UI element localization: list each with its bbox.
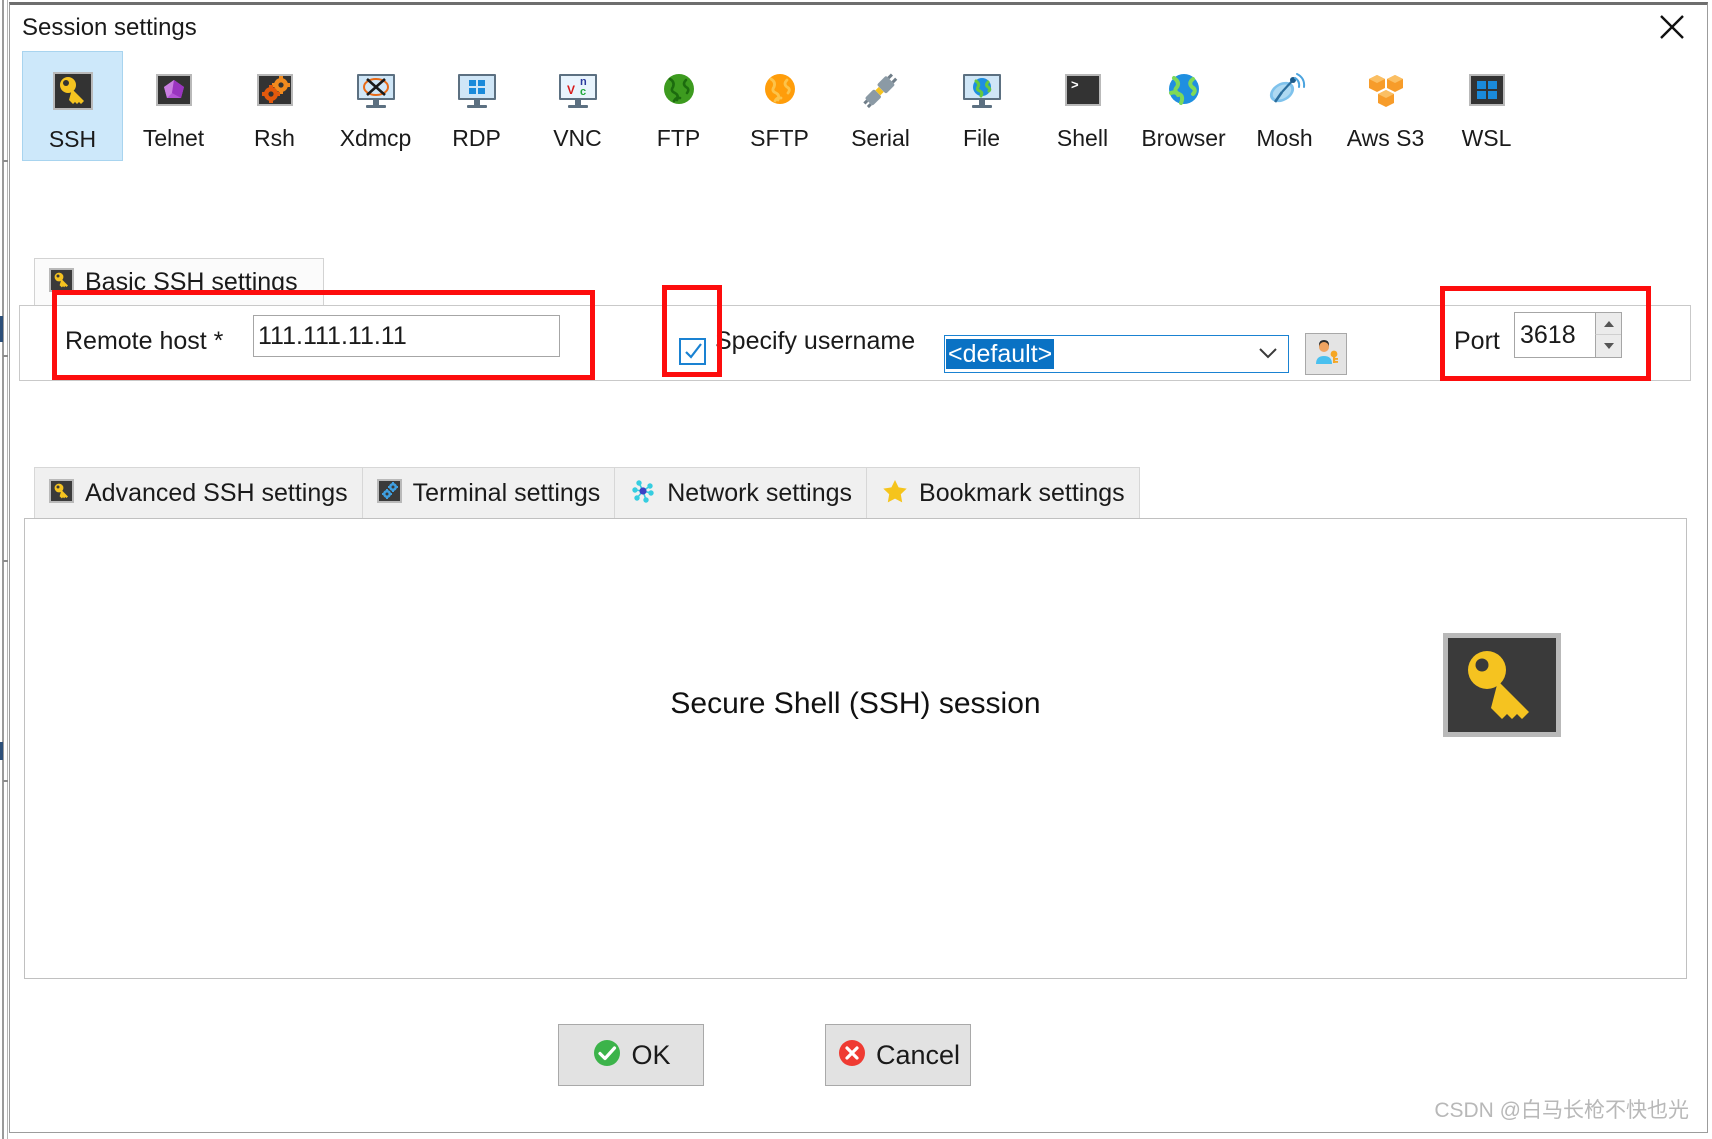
key-icon [49, 267, 75, 298]
gears-icon [377, 478, 403, 509]
mosh-dish-icon [1260, 65, 1310, 115]
star-icon [881, 477, 909, 510]
protocol-item-rdp[interactable]: RDP [426, 51, 527, 161]
protocol-item-serial[interactable]: Serial [830, 51, 931, 161]
specify-username-checkbox[interactable] [679, 338, 706, 365]
close-icon [1657, 12, 1687, 42]
tab-bookmark-settings[interactable]: Bookmark settings [866, 467, 1140, 519]
ok-button-label: OK [631, 1040, 670, 1071]
protocol-label: RDP [452, 125, 501, 152]
large-key-icon [1443, 633, 1561, 737]
protocol-toolbar: SSH Telnet [10, 51, 1707, 173]
protocol-item-mosh[interactable]: Mosh [1234, 51, 1335, 161]
username-value: <default> [946, 339, 1054, 369]
tab-label: Network settings [667, 479, 852, 508]
svg-text:c: c [580, 86, 586, 98]
protocol-item-telnet[interactable]: Telnet [123, 51, 224, 161]
protocol-item-rsh[interactable]: Rsh [224, 51, 325, 161]
protocol-item-ssh[interactable]: SSH [22, 51, 123, 161]
protocol-item-xdmcp[interactable]: Xdmcp [325, 51, 426, 161]
protocol-item-shell[interactable]: > Shell [1032, 51, 1133, 161]
file-monitor-icon [957, 65, 1007, 115]
wsl-windows-icon [1462, 65, 1512, 115]
session-content-panel: Secure Shell (SSH) session [24, 518, 1687, 979]
user-key-icon [1311, 337, 1341, 372]
sftp-globe-icon [755, 65, 805, 115]
protocol-item-aws-s3[interactable]: Aws S3 [1335, 51, 1436, 161]
protocol-label: Telnet [143, 125, 204, 152]
watermark: CSDN @白马长枪不快也光 [1434, 1094, 1689, 1124]
remote-host-label: Remote host * [65, 327, 223, 356]
x-circle-icon [836, 1037, 868, 1074]
ftp-globe-icon [654, 65, 704, 115]
protocol-label: Browser [1141, 125, 1225, 152]
rdp-windows-icon [452, 65, 502, 115]
ok-button[interactable]: OK [558, 1024, 704, 1086]
protocol-item-file[interactable]: File [931, 51, 1032, 161]
username-combobox[interactable]: <default> [944, 335, 1289, 373]
protocol-label: VNC [553, 125, 602, 152]
xdmcp-monitor-icon [351, 65, 401, 115]
tab-terminal-settings[interactable]: Terminal settings [362, 467, 616, 519]
port-label: Port [1454, 327, 1500, 356]
ssh-key-icon [48, 66, 98, 116]
tab-basic-ssh-settings[interactable]: Basic SSH settings [34, 258, 324, 306]
svg-text:>: > [1071, 77, 1079, 92]
tab-advanced-ssh-settings[interactable]: Advanced SSH settings [34, 467, 363, 519]
chevron-down-icon [1258, 346, 1278, 365]
protocol-item-ftp[interactable]: FTP [628, 51, 729, 161]
protocol-label: WSL [1462, 125, 1512, 152]
spin-up-icon[interactable] [1595, 313, 1621, 335]
network-nodes-icon [629, 477, 657, 510]
protocol-label: FTP [657, 125, 700, 152]
cancel-button[interactable]: Cancel [825, 1024, 971, 1086]
spin-down-icon[interactable] [1595, 335, 1621, 357]
tab-basic-ssh-settings-label: Basic SSH settings [85, 268, 298, 297]
aws-s3-cubes-icon [1361, 65, 1411, 115]
protocol-label: Rsh [254, 125, 295, 152]
protocol-label: Mosh [1256, 125, 1312, 152]
protocol-label: Aws S3 [1347, 125, 1425, 152]
vnc-monitor-icon: V n c [553, 65, 603, 115]
protocol-item-sftp[interactable]: SFTP [729, 51, 830, 161]
port-field [1514, 312, 1622, 358]
browser-globe-icon [1159, 65, 1209, 115]
telnet-gem-icon [149, 65, 199, 115]
specify-username-label: Specify username [715, 327, 915, 356]
tab-network-settings[interactable]: Network settings [614, 467, 867, 519]
shell-prompt-icon: > [1058, 65, 1108, 115]
close-button[interactable] [1641, 5, 1703, 49]
check-circle-icon [591, 1037, 623, 1074]
protocol-item-wsl[interactable]: WSL [1436, 51, 1537, 161]
title-bar: Session settings [10, 5, 1707, 51]
session-caption: Secure Shell (SSH) session [25, 687, 1686, 721]
page-title: Session settings [22, 14, 197, 42]
session-settings-dialog: Session settings [9, 2, 1708, 1133]
protocol-label: Xdmcp [340, 125, 412, 152]
svg-text:V: V [567, 83, 575, 97]
protocol-label: SFTP [750, 125, 809, 152]
tab-label: Terminal settings [413, 479, 601, 508]
user-picker-button[interactable] [1305, 333, 1347, 375]
tab-label: Bookmark settings [919, 479, 1125, 508]
protocol-label: File [963, 125, 1000, 152]
protocol-label: Serial [851, 125, 910, 152]
cancel-button-label: Cancel [876, 1040, 960, 1071]
settings-tabs: Advanced SSH settings [34, 467, 1139, 519]
protocol-item-browser[interactable]: Browser [1133, 51, 1234, 161]
port-stepper [1595, 313, 1621, 357]
protocol-label: Shell [1057, 125, 1108, 152]
remote-host-input[interactable] [253, 315, 560, 357]
port-input[interactable] [1515, 313, 1595, 357]
key-icon [49, 478, 75, 509]
protocol-item-vnc[interactable]: V n c VNC [527, 51, 628, 161]
serial-plug-icon [856, 65, 906, 115]
tab-label: Advanced SSH settings [85, 479, 348, 508]
rsh-gears-icon [250, 65, 300, 115]
protocol-label: SSH [49, 126, 96, 153]
